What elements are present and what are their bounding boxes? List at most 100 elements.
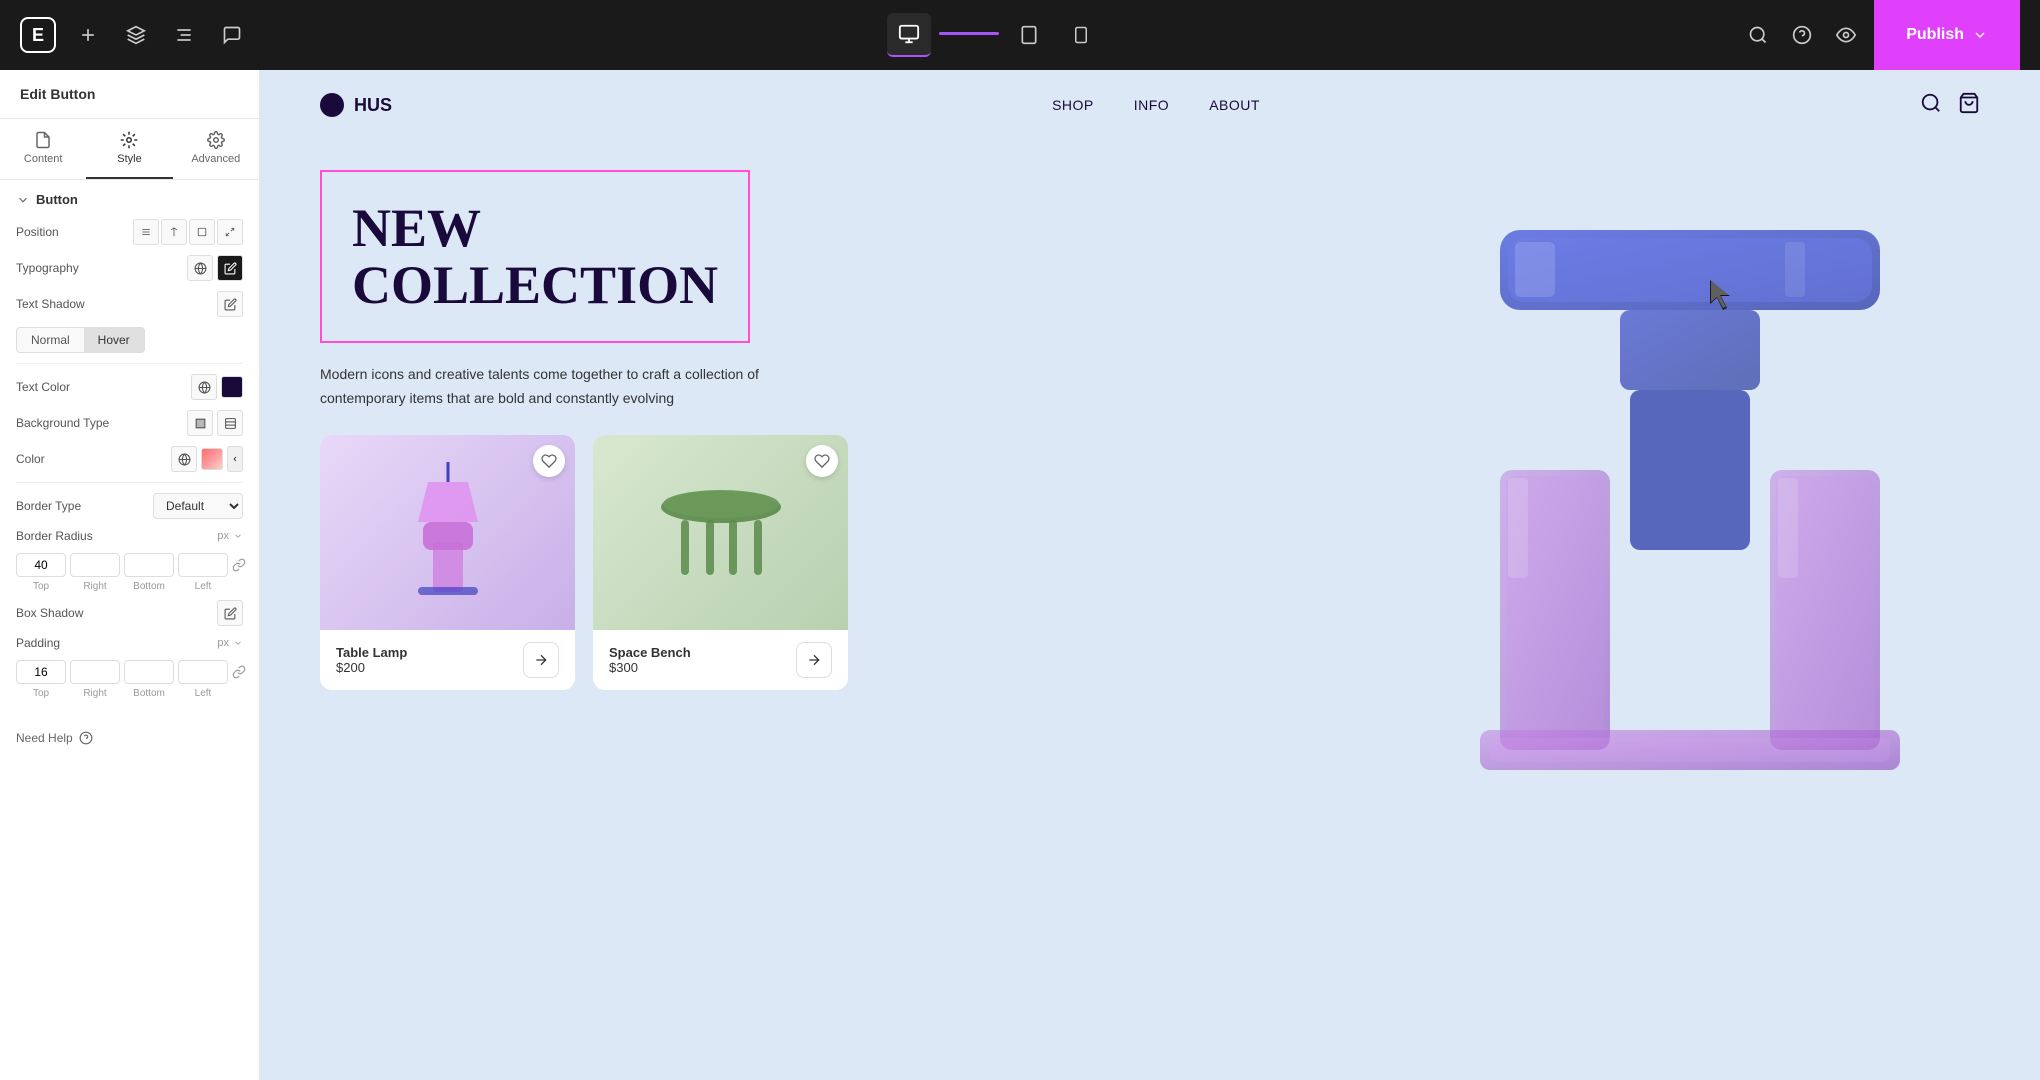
text-color-label: Text Color (16, 380, 70, 394)
padding-sublabels: Top Right Bottom Left (16, 688, 243, 699)
text-color-swatch[interactable] (221, 376, 243, 398)
product-details-1: Space Bench $300 (609, 645, 691, 675)
padding-bottom-input[interactable] (124, 660, 174, 684)
box-shadow-controls (217, 600, 243, 626)
color-global-icon[interactable] (171, 446, 197, 472)
publish-button[interactable]: Publish (1874, 0, 2020, 70)
padding-link-icon[interactable] (232, 662, 246, 682)
hero-subtext: Modern icons and creative talents come t… (320, 363, 840, 411)
product-image-0 (320, 435, 575, 630)
panel-tabs: Content Style Advanced (0, 119, 259, 180)
product-info-1: Space Bench $300 (593, 630, 848, 690)
comments-icon[interactable] (216, 19, 248, 51)
device-indicator (939, 32, 999, 35)
bg-type-gradient-icon[interactable] (217, 410, 243, 436)
text-color-row: Text Color (16, 374, 243, 400)
bg-type-solid-icon[interactable] (187, 410, 213, 436)
border-type-select[interactable]: Default (153, 493, 243, 519)
site-cart-icon[interactable] (1958, 92, 1980, 119)
border-radius-left-input[interactable] (178, 553, 228, 577)
padding-left-input[interactable] (178, 660, 228, 684)
border-type-label: Border Type (16, 499, 81, 513)
product-price-0: $200 (336, 660, 407, 675)
position-controls (133, 219, 243, 245)
typography-edit-icon[interactable] (217, 255, 243, 281)
tab-advanced[interactable]: Advanced (173, 119, 259, 179)
border-radius-top-input[interactable] (16, 553, 66, 577)
normal-state-button[interactable]: Normal (17, 328, 84, 352)
text-shadow-edit-icon[interactable] (217, 291, 243, 317)
hero-left-content: NEW COLLECTION Modern icons and creative… (320, 170, 1400, 690)
desktop-device-button[interactable] (887, 13, 931, 57)
border-radius-controls: px (217, 530, 243, 542)
border-radius-link-icon[interactable] (232, 555, 246, 575)
product-heart-0[interactable] (533, 445, 565, 477)
product-price-1: $300 (609, 660, 691, 675)
settings-icon[interactable] (168, 19, 200, 51)
section-header-button[interactable]: Button (16, 192, 243, 207)
text-shadow-label: Text Shadow (16, 297, 85, 311)
nav-shop[interactable]: SHOP (1052, 97, 1094, 113)
typography-global-icon[interactable] (187, 255, 213, 281)
canvas: HUS SHOP INFO ABOUT (260, 70, 2040, 1080)
preview-icon[interactable] (1830, 19, 1862, 51)
mobile-device-button[interactable] (1059, 13, 1103, 57)
border-radius-sublabels: Top Right Bottom Left (16, 581, 243, 592)
border-type-row: Border Type Default (16, 493, 243, 519)
position-btn-full[interactable] (217, 219, 243, 245)
hover-state-button[interactable]: Hover (84, 328, 144, 352)
nav-info[interactable]: INFO (1134, 97, 1169, 113)
background-type-row: Background Type (16, 410, 243, 436)
box-shadow-edit-icon[interactable] (217, 600, 243, 626)
padding-row: Padding px (16, 636, 243, 650)
box-shadow-row: Box Shadow (16, 600, 243, 626)
border-radius-bottom-input[interactable] (124, 553, 174, 577)
logo-icon[interactable]: E (20, 17, 56, 53)
hero-right-image (1400, 170, 1980, 820)
padding-right-input[interactable] (70, 660, 120, 684)
need-help-row[interactable]: Need Help (0, 719, 259, 757)
position-btn-left[interactable] (133, 219, 159, 245)
product-name-1: Space Bench (609, 645, 691, 660)
add-element-button[interactable] (72, 19, 104, 51)
main-layout: Edit Button Content Style Advanced Butto… (0, 70, 2040, 1080)
text-shadow-controls (217, 291, 243, 317)
hero-heading-box: NEW COLLECTION (320, 170, 750, 343)
website-preview: HUS SHOP INFO ABOUT (260, 70, 2040, 1080)
site-logo: HUS (320, 93, 392, 117)
color-row: Color (16, 446, 243, 472)
product-arrow-0[interactable] (523, 642, 559, 678)
tab-style[interactable]: Style (86, 119, 172, 179)
color-collapse-btn[interactable] (227, 446, 243, 472)
product-image-1 (593, 435, 848, 630)
left-panel: Edit Button Content Style Advanced Butto… (0, 70, 260, 1080)
product-card-0: Table Lamp $200 (320, 435, 575, 690)
tab-content[interactable]: Content (0, 119, 86, 179)
text-color-global-icon[interactable] (191, 374, 217, 400)
color-controls (171, 446, 243, 472)
product-arrow-1[interactable] (796, 642, 832, 678)
product-card-1: Space Bench $300 (593, 435, 848, 690)
padding-top-input[interactable] (16, 660, 66, 684)
search-icon[interactable] (1742, 19, 1774, 51)
divider-2 (16, 482, 243, 483)
layers-icon[interactable] (120, 19, 152, 51)
typography-label: Typography (16, 261, 79, 275)
state-toggle-group: Normal Hover (16, 327, 145, 353)
site-search-icon[interactable] (1920, 92, 1942, 119)
padding-values-row (16, 660, 243, 684)
help-icon[interactable] (1786, 19, 1818, 51)
panel-header: Edit Button (0, 70, 259, 119)
position-btn-right[interactable] (189, 219, 215, 245)
padding-label: Padding (16, 636, 60, 650)
color-swatch[interactable] (201, 448, 223, 470)
tablet-device-button[interactable] (1007, 13, 1051, 57)
hero-products-layout: NEW COLLECTION Modern icons and creative… (260, 140, 2040, 820)
padding-inputs: Top Right Bottom Left (16, 660, 243, 699)
border-radius-label: Border Radius (16, 529, 93, 543)
padding-controls: px (217, 637, 243, 649)
product-heart-1[interactable] (806, 445, 838, 477)
position-btn-center[interactable] (161, 219, 187, 245)
border-radius-right-input[interactable] (70, 553, 120, 577)
nav-about[interactable]: ABOUT (1209, 97, 1260, 113)
